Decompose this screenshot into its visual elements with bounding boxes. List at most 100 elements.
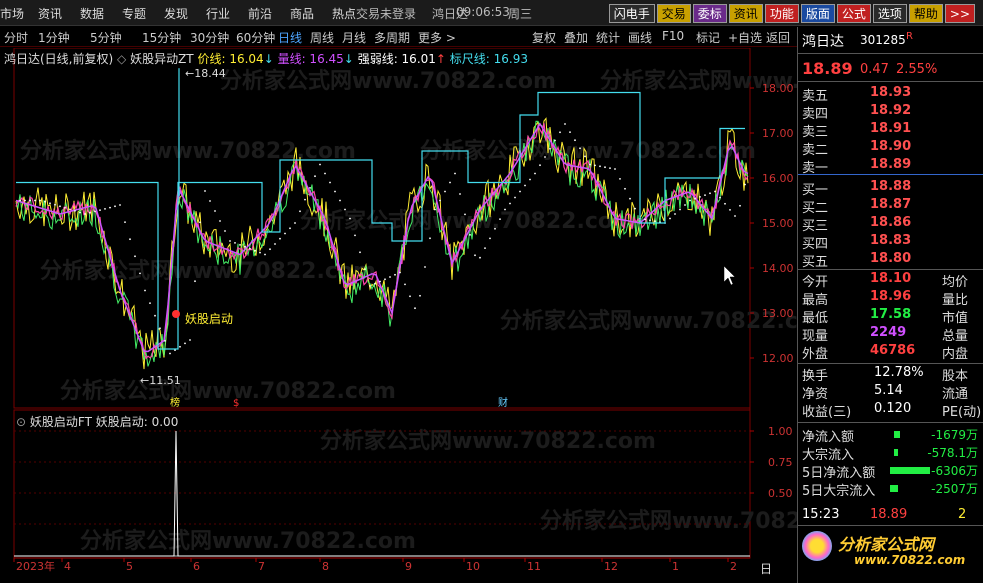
x-tick-label: 11: [527, 560, 541, 573]
toolbar-button[interactable]: 版面: [800, 4, 835, 23]
bid-row[interactable]: 买三 18.86: [798, 215, 978, 234]
toolbar-button[interactable]: >>: [944, 4, 975, 23]
strength-dot: [539, 164, 541, 167]
menu-item-data[interactable]: 数据: [80, 5, 104, 22]
toolbar-button[interactable]: 委标: [692, 4, 727, 23]
strength-dot: [134, 255, 136, 258]
watermark-text: 分析家公式网www.70822.com: [320, 428, 656, 454]
toolbar-button[interactable]: 公式: [836, 4, 871, 23]
ask-row[interactable]: 卖三 18.91: [798, 121, 978, 140]
period-tab[interactable]: 60分钟: [236, 29, 275, 46]
strength-dot: [24, 199, 26, 202]
logo-url: www.70822.com: [854, 553, 966, 567]
strength-dot: [444, 190, 446, 193]
marker-rank[interactable]: 榜: [170, 396, 180, 409]
strength-dot: [319, 163, 321, 166]
ask-row[interactable]: 卖一 18.89: [798, 157, 978, 176]
flow-label: 净流入额: [802, 430, 855, 445]
tool-adjust[interactable]: 复权: [532, 29, 556, 46]
stat-value: 0.120: [874, 401, 912, 416]
toolbar-button[interactable]: 帮助: [908, 4, 943, 23]
menu-item-market[interactable]: 市场: [0, 5, 24, 22]
strength-dot: [514, 196, 516, 199]
period-tab[interactable]: 分时: [4, 29, 28, 46]
strength-dot: [79, 211, 81, 214]
strength-dot: [434, 208, 436, 211]
ask-row[interactable]: 卖二 18.90: [798, 139, 978, 158]
strength-dot: [194, 280, 196, 283]
toolbar-button[interactable]: 资讯: [728, 4, 763, 23]
tool-add-watchlist[interactable]: +自选: [728, 29, 762, 46]
signal-dot: [172, 310, 180, 318]
period-tab[interactable]: 5分钟: [90, 29, 122, 46]
strength-dot: [704, 194, 706, 197]
tool-mark[interactable]: 标记: [696, 29, 720, 46]
bid-row[interactable]: 买一 18.88: [798, 179, 978, 198]
menu-item-industry[interactable]: 行业: [206, 5, 230, 22]
menu-item-frontier[interactable]: 前沿: [248, 5, 272, 22]
toolbar-button[interactable]: 交易: [656, 4, 691, 23]
menu-item-discover[interactable]: 发现: [164, 5, 188, 22]
marker-finance[interactable]: 财: [498, 396, 508, 409]
strength-dot: [699, 196, 701, 198]
strength-dot: [494, 227, 496, 230]
flow-value: -578.1万: [927, 446, 978, 460]
period-tab[interactable]: 15分钟: [142, 29, 181, 46]
y-tick-label: 17.00: [762, 127, 794, 140]
stat-row: 最低 17.58 市值: [798, 307, 978, 326]
period-tab[interactable]: 多周期: [374, 29, 410, 46]
strength-dot: [644, 218, 646, 221]
stat-value: 18.10: [870, 271, 912, 286]
tool-f10[interactable]: F10: [662, 29, 684, 43]
tool-draw[interactable]: 画线: [628, 29, 652, 46]
strength-dot: [399, 271, 401, 274]
kline-chart[interactable]: 分析家公式网www.70822.com 分析家公式网www.70822.com 分析…: [0, 48, 797, 583]
ask-row[interactable]: 卖五 18.93: [798, 85, 978, 104]
orderbook-label: 卖二: [802, 143, 829, 158]
y-tick-label: 12.00: [762, 352, 794, 365]
period-tab[interactable]: 30分钟: [190, 29, 229, 46]
sub-legend-indicator[interactable]: 妖股启动FT: [30, 415, 92, 429]
toolbar-button[interactable]: 选项: [872, 4, 907, 23]
bid-row[interactable]: 买二 18.87: [798, 197, 978, 216]
period-tab[interactable]: 1分钟: [38, 29, 70, 46]
tool-stats[interactable]: 统计: [596, 29, 620, 46]
period-tab-more[interactable]: 更多 >: [418, 29, 456, 46]
quote-price: 18.89: [802, 59, 853, 78]
menu-item-news[interactable]: 资讯: [38, 5, 62, 22]
period-tab-daily[interactable]: 日线: [278, 29, 302, 46]
y-tick-label: 1.00: [768, 425, 793, 438]
marker-dollar[interactable]: $: [233, 398, 239, 409]
stat-row: 净资 5.14 流通: [798, 383, 978, 402]
bid-row[interactable]: 买四 18.83: [798, 233, 978, 252]
legend-stock: 鸿日达(日线,前复权): [4, 52, 114, 66]
period-tab[interactable]: 周线: [310, 29, 334, 46]
menu-item-hot[interactable]: 热点: [332, 5, 356, 22]
strength-dot: [129, 238, 131, 241]
strength-dot: [114, 205, 116, 208]
strength-dot: [84, 213, 86, 215]
toolbar-button[interactable]: 功能: [764, 4, 799, 23]
quote-code: 301285: [860, 33, 906, 47]
strength-dot: [634, 207, 636, 210]
x-tick-label: 12: [604, 560, 618, 573]
legend-indicator[interactable]: 妖股异动ZT: [130, 52, 194, 66]
orderbook-price: 18.92: [870, 103, 912, 118]
bid-row[interactable]: 买五 18.80: [798, 251, 978, 270]
tool-overlay[interactable]: 叠加: [564, 29, 588, 46]
login-status: 交易未登录: [356, 7, 417, 21]
toolbar-button[interactable]: 闪电手: [608, 4, 655, 23]
orderbook-price: 18.90: [870, 139, 912, 154]
legend-collapse-icon[interactable]: ◇: [117, 52, 126, 66]
x-tick-label: 10: [466, 560, 480, 573]
menu-item-commodity[interactable]: 商品: [290, 5, 314, 22]
menu-item-topic[interactable]: 专题: [122, 5, 146, 22]
ask-row[interactable]: 卖四 18.92: [798, 103, 978, 122]
x-tick-label: 7: [258, 560, 265, 573]
sub-collapse-icon[interactable]: ⊙: [16, 415, 26, 429]
tool-back[interactable]: 返回: [766, 29, 790, 46]
strength-dot: [619, 178, 621, 180]
strength-dot: [674, 213, 676, 215]
strength-dot: [89, 211, 91, 214]
period-tab[interactable]: 月线: [342, 29, 366, 46]
